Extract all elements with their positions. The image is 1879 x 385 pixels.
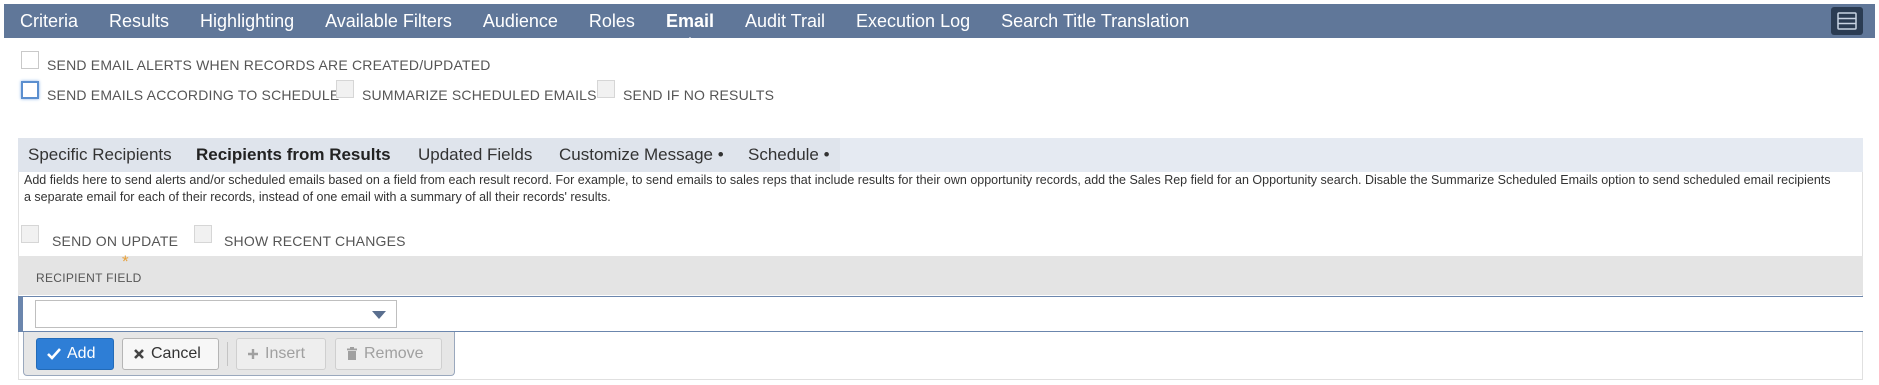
recipient-field-header: RECIPIENT FIELD <box>36 271 142 285</box>
subtab-recipients-from-results[interactable]: Recipients from Results <box>196 138 391 172</box>
insert-button[interactable]: Insert <box>236 338 326 370</box>
show-recent-changes-checkbox[interactable] <box>194 225 212 243</box>
row-action-bar: Add Cancel Insert Remove <box>23 332 455 376</box>
cancel-button[interactable]: Cancel <box>122 338 219 370</box>
tab-criteria[interactable]: Criteria <box>20 11 78 32</box>
remove-button[interactable]: Remove <box>335 338 442 370</box>
send-if-no-results-checkbox[interactable] <box>597 80 615 98</box>
tab-execution-log[interactable]: Execution Log <box>856 11 970 32</box>
plus-icon <box>248 349 258 359</box>
help-text: Add fields here to send alerts and/or sc… <box>24 173 1831 204</box>
insert-button-label: Insert <box>265 345 306 362</box>
send-if-no-results-label: SEND IF NO RESULTS <box>623 87 775 103</box>
tab-roles[interactable]: Roles <box>589 11 635 32</box>
tab-email[interactable]: Email <box>666 11 714 43</box>
summarize-label: SUMMARIZE SCHEDULED EMAILS <box>362 87 597 103</box>
add-button-label: Add <box>67 345 96 362</box>
cancel-button-label: Cancel <box>151 345 201 362</box>
send-alerts-label: SEND EMAIL ALERTS WHEN RECORDS ARE CREAT… <box>47 57 491 73</box>
table-edit-row <box>18 296 1863 332</box>
tab-highlighting[interactable]: Highlighting <box>200 11 294 32</box>
email-subtab-bar: Specific Recipients Recipients from Resu… <box>18 138 1863 172</box>
required-marker: * <box>122 252 129 271</box>
tab-available-filters[interactable]: Available Filters <box>325 11 452 32</box>
remove-button-label: Remove <box>364 345 424 362</box>
list-menu-icon <box>1837 12 1857 30</box>
add-button[interactable]: Add <box>36 338 114 370</box>
show-recent-changes-label: SHOW RECENT CHANGES <box>224 233 406 249</box>
dropdown-arrow-icon[interactable] <box>372 311 386 319</box>
close-icon <box>134 349 144 359</box>
subtab-updated-fields[interactable]: Updated Fields <box>418 138 532 172</box>
send-alerts-checkbox[interactable] <box>21 51 39 69</box>
send-on-update-label: SEND ON UPDATE <box>52 233 179 249</box>
tab-search-title-translation[interactable]: Search Title Translation <box>1001 11 1189 32</box>
tab-audience[interactable]: Audience <box>483 11 558 32</box>
top-tab-bar: Criteria Results Highlighting Available … <box>4 4 1875 43</box>
button-separator <box>227 342 228 366</box>
subtab-specific-recipients[interactable]: Specific Recipients <box>28 138 172 172</box>
send-on-update-checkbox[interactable] <box>21 225 39 243</box>
subtab-customize-message[interactable]: Customize Message • <box>559 138 724 172</box>
table-header-row: RECIPIENT FIELD * <box>18 252 1863 295</box>
menu-button[interactable] <box>1831 7 1863 35</box>
check-icon <box>47 348 61 360</box>
subtab-schedule[interactable]: Schedule • <box>748 138 830 172</box>
trash-icon <box>347 347 357 360</box>
summarize-checkbox[interactable] <box>336 80 354 98</box>
recipient-field-select[interactable] <box>35 300 397 328</box>
tab-results[interactable]: Results <box>109 11 169 32</box>
send-schedule-label: SEND EMAILS ACCORDING TO SCHEDULE <box>47 87 340 103</box>
send-schedule-checkbox[interactable] <box>21 81 39 99</box>
tab-audit-trail[interactable]: Audit Trail <box>745 11 825 32</box>
